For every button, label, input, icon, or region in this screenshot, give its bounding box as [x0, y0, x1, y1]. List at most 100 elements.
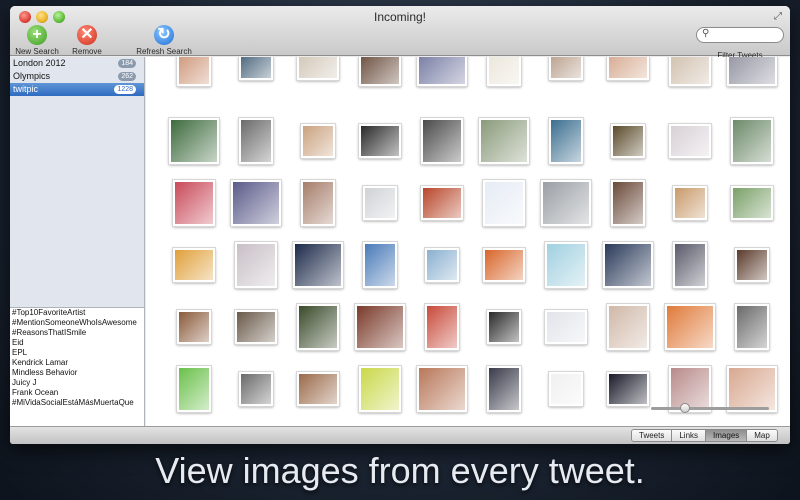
image-thumbnail[interactable] [734, 303, 770, 351]
image-thumbnail[interactable] [416, 57, 468, 87]
tab-tweets[interactable]: Tweets [632, 430, 673, 441]
tab-map[interactable]: Map [747, 430, 777, 441]
new-search-button[interactable]: + New Search [14, 25, 60, 56]
image-thumbnail[interactable] [540, 179, 592, 227]
trend-item[interactable]: Mindless Behavior [10, 368, 144, 378]
view-switcher: Tweets Links Images Map [631, 429, 778, 442]
image-thumbnail[interactable] [610, 123, 646, 159]
image-thumbnail[interactable] [548, 57, 584, 81]
tab-links[interactable]: Links [672, 430, 707, 441]
image-thumbnail[interactable] [172, 247, 216, 283]
image-thumbnail[interactable] [234, 309, 278, 345]
image-thumbnail[interactable] [354, 303, 406, 351]
image-thumbnail[interactable] [172, 179, 216, 227]
image-thumbnail[interactable] [478, 117, 530, 165]
image-thumbnail[interactable] [544, 309, 588, 345]
trend-item[interactable]: EPL [10, 348, 144, 358]
trend-item[interactable]: #Top10FavoriteArtist [10, 308, 144, 318]
image-thumbnail[interactable] [238, 371, 274, 407]
filter-search-box[interactable]: ⚲ [696, 27, 784, 43]
saved-search-label: Olympics [13, 71, 51, 81]
filter-input[interactable] [713, 29, 779, 41]
image-thumbnail[interactable] [238, 57, 274, 81]
image-thumbnail[interactable] [726, 57, 778, 87]
image-thumbnail[interactable] [176, 365, 212, 413]
search-icon: ⚲ [702, 28, 710, 39]
remove-icon: ✕ [77, 25, 97, 45]
image-thumbnail[interactable] [362, 185, 398, 221]
plus-icon: + [27, 25, 47, 45]
toolbar: Incoming! ⤢ + New Search ✕ Remove Search… [10, 6, 790, 65]
app-window: Incoming! ⤢ + New Search ✕ Remove Search… [10, 6, 790, 444]
image-thumbnail[interactable] [672, 185, 708, 221]
image-thumbnail[interactable] [486, 57, 522, 87]
image-thumbnail[interactable] [296, 303, 340, 351]
image-thumbnail[interactable] [734, 247, 770, 283]
saved-search-item[interactable]: London 2012 184 [10, 57, 144, 70]
new-search-label: New Search [15, 47, 59, 56]
image-thumbnail[interactable] [664, 303, 716, 351]
image-thumbnail[interactable] [610, 179, 646, 227]
image-thumbnail[interactable] [176, 309, 212, 345]
image-thumbnail[interactable] [726, 365, 778, 413]
image-thumbnail[interactable] [176, 57, 212, 87]
refresh-search-button[interactable]: ↻ Refresh Search [136, 25, 192, 56]
image-thumbnail[interactable] [292, 241, 344, 289]
saved-search-item[interactable]: twitpic 1228 [10, 83, 144, 96]
image-thumbnail[interactable] [544, 241, 588, 289]
image-thumbnail[interactable] [730, 117, 774, 165]
zoom-slider[interactable] [651, 403, 769, 413]
image-thumbnail[interactable] [300, 179, 336, 227]
image-thumbnail[interactable] [424, 303, 460, 351]
image-thumbnail[interactable] [482, 247, 526, 283]
sidebar: London 2012 184 Olympics 262 twitpic 1228 #To… [10, 57, 145, 426]
image-thumbnail[interactable] [668, 365, 712, 413]
filter-tweets: ⚲ Filter Tweets [696, 27, 784, 60]
image-thumbnail[interactable] [606, 57, 650, 81]
image-thumbnail[interactable] [668, 57, 712, 87]
image-thumbnail[interactable] [602, 241, 654, 289]
image-grid [146, 57, 790, 426]
image-thumbnail[interactable] [486, 309, 522, 345]
image-thumbnail[interactable] [672, 241, 708, 289]
image-thumbnail[interactable] [358, 57, 402, 87]
image-thumbnail[interactable] [482, 179, 526, 227]
saved-search-label: London 2012 [13, 58, 66, 68]
image-thumbnail[interactable] [362, 241, 398, 289]
image-thumbnail[interactable] [486, 365, 522, 413]
image-thumbnail[interactable] [168, 117, 220, 165]
trend-item[interactable]: Kendrick Lamar [10, 358, 144, 368]
image-thumbnail[interactable] [606, 371, 650, 407]
saved-searches-list: London 2012 184 Olympics 262 twitpic 1228 [10, 57, 144, 96]
image-thumbnail[interactable] [548, 117, 584, 165]
image-thumbnail[interactable] [296, 57, 340, 81]
image-thumbnail[interactable] [358, 365, 402, 413]
image-thumbnail[interactable] [230, 179, 282, 227]
image-thumbnail[interactable] [424, 247, 460, 283]
image-thumbnail[interactable] [300, 123, 336, 159]
image-thumbnail[interactable] [548, 371, 584, 407]
trend-item[interactable]: #ReasonsThatISmile [10, 328, 144, 338]
trend-item[interactable]: Frank Ocean [10, 388, 144, 398]
image-thumbnail[interactable] [606, 303, 650, 351]
tab-images[interactable]: Images [706, 430, 748, 441]
image-thumbnail[interactable] [730, 185, 774, 221]
saved-search-item[interactable]: Olympics 262 [10, 70, 144, 83]
saved-search-label: twitpic [13, 84, 39, 94]
window-title: Incoming! [373, 10, 427, 24]
fullscreen-icon[interactable]: ⤢ [774, 11, 782, 22]
image-thumbnail[interactable] [234, 241, 278, 289]
image-thumbnail[interactable] [296, 371, 340, 407]
count-badge: 262 [118, 72, 136, 81]
image-thumbnail[interactable] [358, 123, 402, 159]
image-thumbnail[interactable] [420, 185, 464, 221]
trend-item[interactable]: Juicy J [10, 378, 144, 388]
image-thumbnail[interactable] [668, 123, 712, 159]
trend-item[interactable]: #MiVidaSocialEstáMásMuertaQue [10, 398, 144, 408]
trend-item[interactable]: Eid [10, 338, 144, 348]
refresh-icon: ↻ [154, 25, 174, 45]
image-thumbnail[interactable] [416, 365, 468, 413]
image-thumbnail[interactable] [238, 117, 274, 165]
image-thumbnail[interactable] [420, 117, 464, 165]
trend-item[interactable]: #MentionSomeoneWhoIsAwesome [10, 318, 144, 328]
